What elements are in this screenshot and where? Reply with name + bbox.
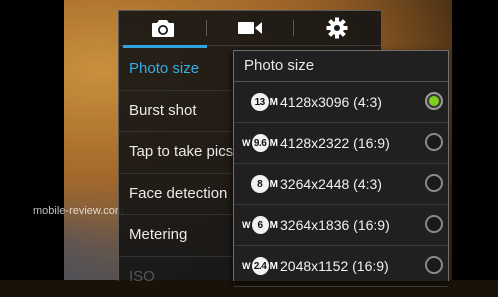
photo-size-label: 2048x1152 (16:9) xyxy=(280,246,389,286)
gear-icon xyxy=(326,17,348,39)
megapixel-unit: M xyxy=(270,138,278,149)
tab-camera[interactable] xyxy=(119,11,206,45)
photo-size-option[interactable]: W9.6M4128x2322 (16:9) xyxy=(234,123,448,164)
megapixel-icon: 8M xyxy=(242,174,278,194)
megapixel-badge: 9.6 xyxy=(252,134,269,152)
photo-size-label: 4128x3096 (4:3) xyxy=(280,82,382,122)
tab-settings[interactable] xyxy=(293,11,381,45)
photo-size-label: 4128x2322 (16:9) xyxy=(280,123,390,163)
megapixel-icon: 13M xyxy=(242,92,278,112)
tab-bar xyxy=(119,11,381,46)
megapixel-icon: W2.4M xyxy=(242,256,278,276)
watermark: mobile-review.com xyxy=(33,205,124,217)
photo-size-option[interactable]: 13M4128x3096 (4:3) xyxy=(234,82,448,123)
radio-unselected[interactable] xyxy=(425,133,443,151)
photo-size-option[interactable]: 8M3264x2448 (4:3) xyxy=(234,164,448,205)
megapixel-icon: W6M xyxy=(242,215,278,235)
photo-size-label: 3264x1836 (16:9) xyxy=(280,205,390,245)
left-black-bar xyxy=(0,0,64,280)
radio-selected[interactable] xyxy=(425,92,443,110)
megapixel-unit: M xyxy=(270,97,278,108)
widescreen-mark: W xyxy=(242,138,251,148)
megapixel-badge: 13 xyxy=(251,93,269,111)
photo-size-options: 13M4128x3096 (4:3)W9.6M4128x2322 (16:9)8… xyxy=(234,82,448,287)
video-icon xyxy=(237,19,263,37)
megapixel-badge: 6 xyxy=(252,216,269,234)
megapixel-badge: 2.4 xyxy=(252,257,269,275)
radio-unselected[interactable] xyxy=(425,256,443,274)
active-tab-indicator xyxy=(123,45,207,48)
camera-icon xyxy=(151,18,175,38)
megapixel-unit: M xyxy=(270,261,278,272)
megapixel-badge: 8 xyxy=(251,175,269,193)
widescreen-mark: W xyxy=(242,220,251,230)
photo-size-option[interactable]: W6M3264x1836 (16:9) xyxy=(234,205,448,246)
megapixel-icon: W9.6M xyxy=(242,133,278,153)
megapixel-unit: M xyxy=(270,179,278,190)
photo-size-submenu: Photo size 13M4128x3096 (4:3)W9.6M4128x2… xyxy=(233,50,449,281)
widescreen-mark: W xyxy=(242,261,251,271)
photo-size-option[interactable]: W2.4M2048x1152 (16:9) xyxy=(234,246,448,287)
tab-video[interactable] xyxy=(206,11,293,45)
photo-size-label: 3264x2448 (4:3) xyxy=(280,164,382,204)
radio-unselected[interactable] xyxy=(425,174,443,192)
radio-unselected[interactable] xyxy=(425,215,443,233)
submenu-title: Photo size xyxy=(234,51,448,82)
megapixel-unit: M xyxy=(270,220,278,231)
right-black-bar xyxy=(452,0,498,280)
